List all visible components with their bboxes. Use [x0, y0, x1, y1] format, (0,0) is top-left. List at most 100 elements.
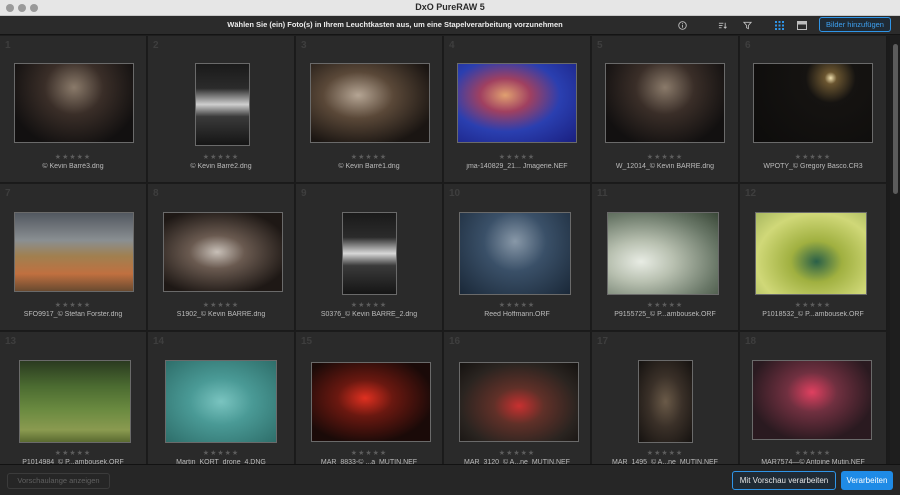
photo-thumbnail[interactable]: [457, 63, 577, 143]
star-rating[interactable]: ★★★★★: [0, 153, 146, 161]
star-rating[interactable]: ★★★★★: [296, 301, 442, 309]
tile-index: 2: [153, 40, 159, 51]
star-rating[interactable]: ★★★★★: [740, 153, 886, 161]
star-rating[interactable]: ★★★★★: [444, 449, 590, 457]
star-rating[interactable]: ★★★★★: [0, 449, 146, 457]
lightbox-tile[interactable]: 3 ★★★★★ © Kevin Barré1.dng: [296, 36, 443, 183]
action-footer: Vorschaulange anzeigen Mit Vorschau vera…: [0, 464, 900, 495]
file-name: © Kevin Barré2.dng: [190, 163, 252, 170]
add-images-button[interactable]: Bilder hinzufügen: [819, 17, 891, 32]
file-name: WPOTY_© Gregory Basco.CR3: [763, 163, 863, 170]
tile-index: 11: [597, 188, 608, 199]
lightbox-tile[interactable]: 1 ★★★★★ © Kevin Barré3.dng: [0, 36, 147, 183]
photo-thumbnail[interactable]: [638, 360, 693, 443]
tile-index: 5: [597, 40, 603, 51]
photo-thumbnail[interactable]: [753, 63, 873, 143]
star-rating[interactable]: ★★★★★: [592, 449, 738, 457]
lightbox-grid: 1 ★★★★★ © Kevin Barré3.dng 2 ★★★★★ © Kevin Ba…: [0, 36, 890, 464]
tile-index: 18: [745, 336, 757, 347]
star-rating[interactable]: ★★★★★: [740, 449, 886, 457]
file-name: S0376_© Kevin BARRE_2.dng: [320, 311, 418, 318]
photo-thumbnail[interactable]: [163, 212, 283, 292]
lightbox-tile[interactable]: 11 ★★★★★ P9155725_© P...ambousek.ORF: [592, 184, 739, 331]
tile-index: 16: [449, 336, 461, 347]
photo-thumbnail[interactable]: [605, 63, 725, 143]
star-rating[interactable]: ★★★★★: [296, 153, 442, 161]
lightbox-tile[interactable]: 9 ★★★★★ S0376_© Kevin BARRE_2.dng: [296, 184, 443, 331]
photo-thumbnail[interactable]: [342, 212, 397, 295]
file-name: P9155725_© P...ambousek.ORF: [614, 311, 716, 318]
info-icon[interactable]: [676, 19, 688, 31]
window-title: DxO PureRAW 5: [415, 2, 485, 12]
lightbox-tile[interactable]: 7 ★★★★★ SFO9917_© Stefan Forster.dng: [0, 184, 147, 331]
star-rating[interactable]: ★★★★★: [148, 153, 294, 161]
tile-index: 6: [745, 40, 751, 51]
lightbox-tile[interactable]: 8 ★★★★★ S1902_© Kevin BARRE.dng: [148, 184, 295, 331]
tile-index: 1: [5, 40, 11, 51]
tile-index: 12: [745, 188, 757, 199]
tile-index: 7: [5, 188, 11, 199]
tile-index: 13: [5, 336, 17, 347]
lightbox-tile[interactable]: 14 ★★★★★ Martin_KORT_drone_4.DNG: [148, 332, 295, 464]
tile-index: 10: [449, 188, 461, 199]
star-rating[interactable]: ★★★★★: [0, 301, 146, 309]
photo-thumbnail[interactable]: [165, 360, 277, 443]
lightbox-tile[interactable]: 6 ★★★★★ WPOTY_© Gregory Basco.CR3: [740, 36, 887, 183]
lightbox-toolbar: Wählen Sie (ein) Foto(s) in Ihrem Leucht…: [0, 16, 900, 35]
star-rating[interactable]: ★★★★★: [296, 449, 442, 457]
window-titlebar: DxO PureRAW 5: [0, 0, 900, 16]
lightbox-tile[interactable]: 5 ★★★★★ W_12014_© Kevin BARRE.dng: [592, 36, 739, 183]
photo-thumbnail[interactable]: [459, 362, 579, 442]
lightbox-tile[interactable]: 15 ★★★★★ MAR_8833-© ...a_MUTIN.NEF: [296, 332, 443, 464]
tile-index: 8: [153, 188, 159, 199]
photo-thumbnail[interactable]: [607, 212, 719, 295]
photo-thumbnail[interactable]: [752, 360, 872, 440]
scrollbar-thumb[interactable]: [893, 44, 898, 194]
file-name: Reed Hoffmann.ORF: [484, 311, 550, 318]
photo-thumbnail[interactable]: [459, 212, 571, 295]
tile-index: 17: [597, 336, 609, 347]
file-name: © Kevin Barré3.dng: [42, 163, 104, 170]
instruction-text: Wählen Sie (ein) Foto(s) in Ihrem Leucht…: [227, 20, 563, 29]
lightbox-tile[interactable]: 13 ★★★★★ P1014984_© P...ambousek.ORF: [0, 332, 147, 464]
tile-index: 14: [153, 336, 165, 347]
lightbox-tile[interactable]: 18 ★★★★★ MAR7574—© Antoine Mutin.NEF: [740, 332, 887, 464]
lightbox-tile[interactable]: 12 ★★★★★ P1018532_© P...ambousek.ORF: [740, 184, 887, 331]
show-preview-button[interactable]: Vorschaulange anzeigen: [7, 473, 110, 489]
process-with-preview-button[interactable]: Mit Vorschau verarbeiten: [732, 471, 836, 490]
lightbox-tile[interactable]: 2 ★★★★★ © Kevin Barré2.dng: [148, 36, 295, 183]
file-name: jma-140829_21... Jmagerie.NEF: [466, 163, 568, 170]
file-name: S1902_© Kevin BARRE.dng: [176, 311, 266, 318]
lightbox-tile[interactable]: 10 ★★★★★ Reed Hoffmann.ORF: [444, 184, 591, 331]
photo-thumbnail[interactable]: [19, 360, 131, 443]
photo-thumbnail[interactable]: [311, 362, 431, 442]
file-name: W_12014_© Kevin BARRE.dng: [615, 163, 715, 170]
star-rating[interactable]: ★★★★★: [148, 301, 294, 309]
file-name: P1018532_© P...ambousek.ORF: [762, 311, 864, 318]
star-rating[interactable]: ★★★★★: [444, 301, 590, 309]
compare-view-icon[interactable]: [796, 19, 808, 31]
tile-index: 15: [301, 336, 313, 347]
photo-thumbnail[interactable]: [14, 63, 134, 143]
photo-thumbnail[interactable]: [310, 63, 430, 143]
filter-icon[interactable]: [741, 19, 753, 31]
star-rating[interactable]: ★★★★★: [592, 301, 738, 309]
star-rating[interactable]: ★★★★★: [148, 449, 294, 457]
tile-index: 3: [301, 40, 307, 51]
file-name: © Kevin Barré1.dng: [338, 163, 400, 170]
grid-view-icon[interactable]: [773, 19, 785, 31]
process-button[interactable]: Verarbeiten: [841, 471, 893, 490]
tile-index: 4: [449, 40, 455, 51]
photo-thumbnail[interactable]: [195, 63, 250, 146]
lightbox-tile[interactable]: 17 ★★★★★ MAR_1495_© A...ne_MUTIN.NEF: [592, 332, 739, 464]
star-rating[interactable]: ★★★★★: [444, 153, 590, 161]
sort-icon[interactable]: [716, 19, 728, 31]
photo-thumbnail[interactable]: [755, 212, 867, 295]
photo-thumbnail[interactable]: [14, 212, 134, 292]
tile-index: 9: [301, 188, 307, 199]
lightbox-tile[interactable]: 4 ★★★★★ jma-140829_21... Jmagerie.NEF: [444, 36, 591, 183]
star-rating[interactable]: ★★★★★: [740, 301, 886, 309]
lightbox-tile[interactable]: 16 ★★★★★ MAR_3120_© A...ne_MUTIN.NEF: [444, 332, 591, 464]
grid-scrollbar[interactable]: [891, 36, 900, 464]
star-rating[interactable]: ★★★★★: [592, 153, 738, 161]
